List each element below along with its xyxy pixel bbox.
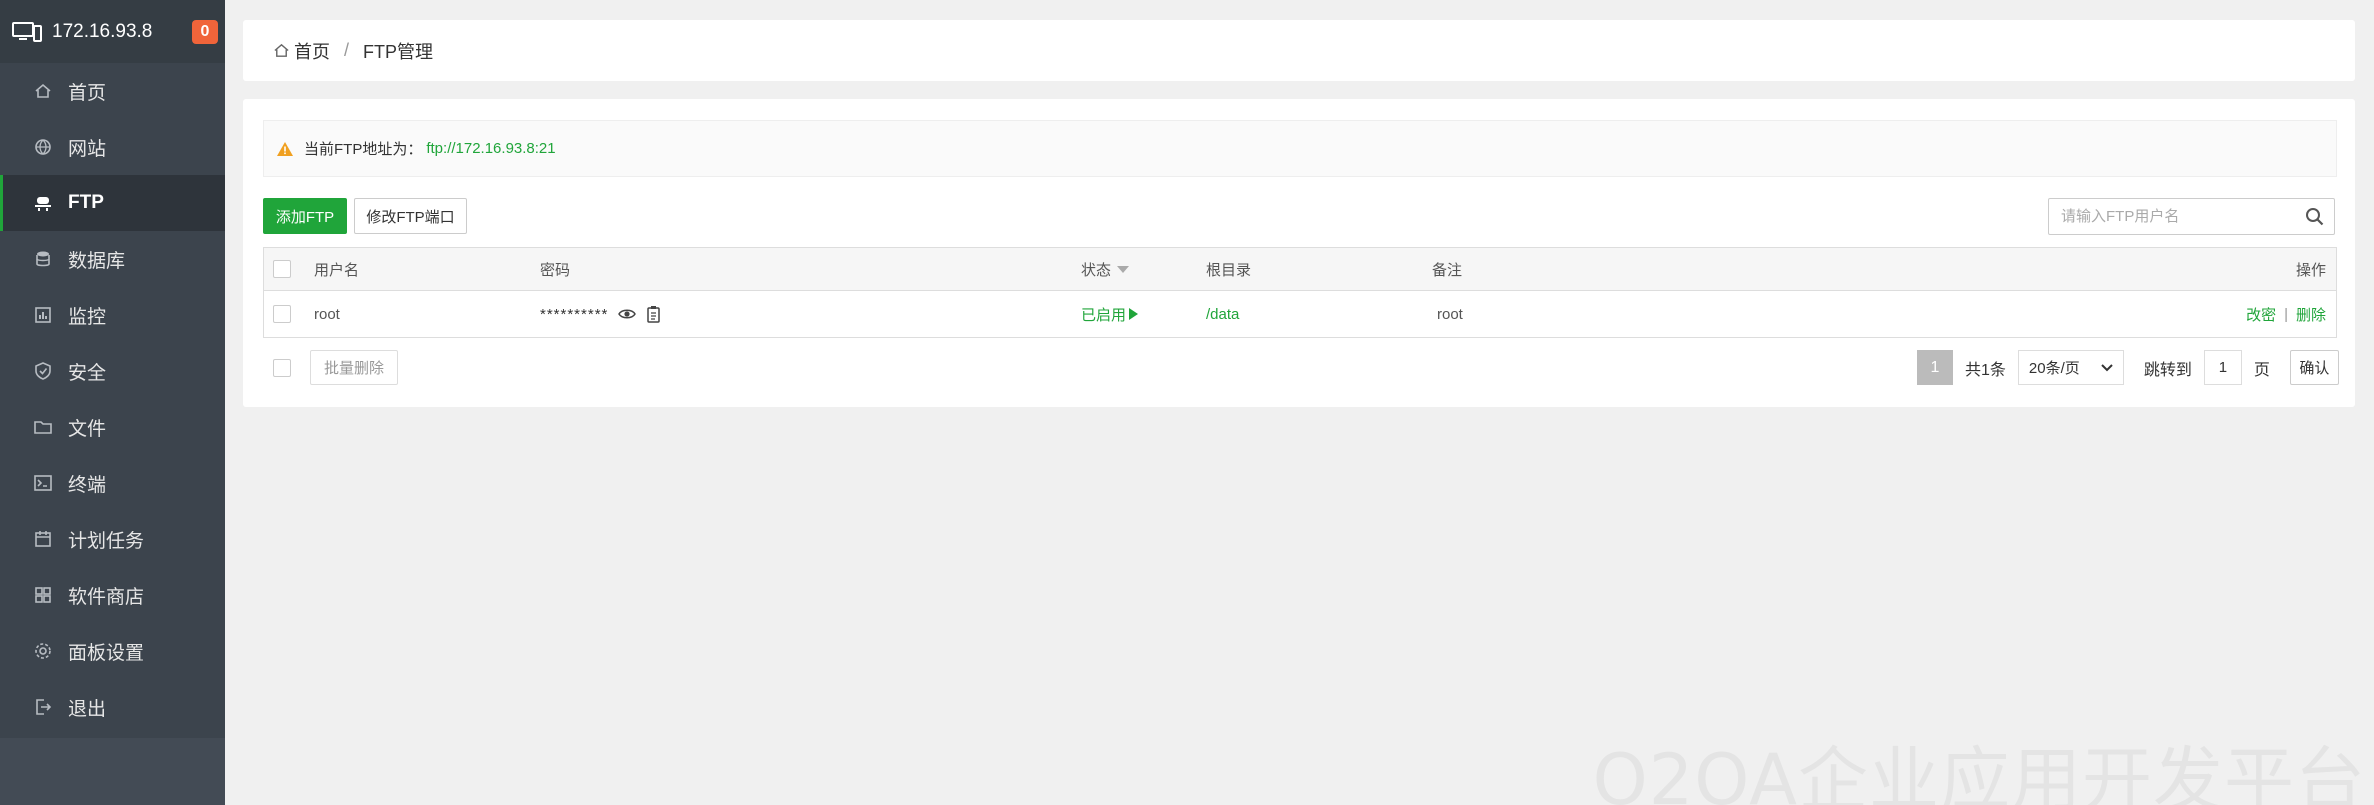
- sidebar-item-label: 终端: [68, 474, 107, 496]
- ftp-address-notice: 当前FTP地址为： ftp://172.16.93.8:21: [263, 120, 2337, 177]
- ftp-panel: 当前FTP地址为： ftp://172.16.93.8:21 添加FTP 修改F…: [243, 99, 2355, 407]
- sidebar-item-label: 计划任务: [68, 530, 145, 552]
- sidebar-item-website[interactable]: 网站: [0, 119, 225, 175]
- password-mask: **********: [540, 305, 609, 323]
- sidebar-item-label: FTP: [68, 192, 104, 213]
- delete-link[interactable]: 删除: [2296, 304, 2326, 325]
- action-separator: |: [2284, 305, 2288, 323]
- copy-icon[interactable]: [644, 305, 662, 323]
- header-username: 用户名: [314, 261, 360, 279]
- sidebar-item-monitor[interactable]: 监控: [0, 287, 225, 343]
- search-box: [2048, 198, 2335, 235]
- terminal-icon: [34, 475, 52, 491]
- sidebar-item-files[interactable]: 文件: [0, 399, 225, 455]
- bulk-delete-button[interactable]: 批量删除: [310, 350, 398, 385]
- cell-password: **********: [540, 291, 662, 337]
- logout-icon: [36, 699, 52, 715]
- globe-icon: [35, 139, 51, 155]
- sidebar-item-label: 文件: [68, 418, 107, 440]
- notification-badge[interactable]: 0: [192, 20, 218, 44]
- sidebar-item-label: 数据库: [68, 250, 126, 272]
- sidebar-item-security[interactable]: 安全: [0, 343, 225, 399]
- sidebar-menu: 首页 网站 FTP 数据库 监控 安全 文件 终端 计划任务 软件商店 面板设置…: [0, 63, 225, 735]
- modify-ftp-port-button[interactable]: 修改FTP端口: [354, 198, 467, 234]
- warning-icon: [277, 141, 293, 156]
- header-actions: 操作: [2295, 261, 2326, 279]
- table-header: 用户名 密码 状态 根目录 备注 操作: [264, 248, 2336, 291]
- breadcrumb-current: FTP管理: [363, 41, 434, 62]
- ftp-table: 用户名 密码 状态 根目录 备注 操作 root ********** 已启用 …: [263, 247, 2337, 338]
- host-address: 172.16.93.8: [52, 20, 153, 42]
- select-all-checkbox[interactable]: [273, 260, 291, 278]
- add-ftp-button[interactable]: 添加FTP: [263, 198, 347, 234]
- sidebar-item-label: 监控: [68, 306, 107, 328]
- home-icon: [35, 83, 51, 98]
- header-status[interactable]: 状态: [1081, 248, 1130, 290]
- play-icon: [1129, 308, 1139, 320]
- sidebar-item-cron[interactable]: 计划任务: [0, 511, 225, 567]
- database-icon: [36, 251, 50, 267]
- sidebar-item-ftp[interactable]: FTP: [0, 175, 225, 231]
- header-status-label: 状态: [1081, 261, 1112, 279]
- sidebar-footer: [0, 738, 225, 805]
- search-input[interactable]: [2049, 199, 2289, 234]
- sidebar-item-label: 面板设置: [68, 642, 145, 664]
- sidebar-item-settings[interactable]: 面板设置: [0, 623, 225, 679]
- page-unit: 页: [2253, 361, 2270, 379]
- jump-page-input[interactable]: 1: [2203, 350, 2242, 385]
- notice-label: 当前FTP地址为：: [304, 141, 423, 158]
- sidebar-item-store[interactable]: 软件商店: [0, 567, 225, 623]
- status-text: 已启用: [1081, 306, 1127, 324]
- sidebar-item-database[interactable]: 数据库: [0, 231, 225, 287]
- sidebar-header: 172.16.93.8 0: [0, 0, 225, 63]
- sidebar-item-label: 退出: [68, 698, 107, 720]
- sidebar-item-label: 首页: [68, 82, 107, 104]
- sidebar: 172.16.93.8 0 首页 网站 FTP 数据库 监控 安全 文件 终端 …: [0, 0, 225, 805]
- server-icon: [12, 21, 42, 42]
- per-page-select[interactable]: 20条/页: [2017, 350, 2124, 385]
- breadcrumb: 首页 / FTP管理: [243, 20, 2355, 81]
- sidebar-item-label: 网站: [68, 138, 107, 160]
- sidebar-item-home[interactable]: 首页: [0, 63, 225, 119]
- ftp-address: ftp://172.16.93.8:21: [426, 140, 556, 157]
- folder-icon: [34, 421, 52, 434]
- page-number-current[interactable]: 1: [1917, 350, 1953, 385]
- shield-icon: [35, 362, 51, 380]
- cell-remark[interactable]: root: [1437, 291, 1463, 337]
- cell-actions: 改密 | 删除: [2246, 291, 2326, 337]
- sidebar-item-logout[interactable]: 退出: [0, 679, 225, 735]
- monitor-icon: [35, 307, 51, 323]
- header-password: 密码: [540, 261, 571, 279]
- watermark: O2OA企业应用开发平台: [1592, 739, 2366, 805]
- sidebar-item-terminal[interactable]: 终端: [0, 455, 225, 511]
- jump-label: 跳转到: [2143, 361, 2192, 379]
- bulk-select-checkbox[interactable]: [273, 359, 291, 377]
- cell-username: root: [314, 305, 340, 323]
- cell-status[interactable]: 已启用: [1081, 291, 1139, 337]
- pagination: 1 共1条 20条/页 跳转到 1 页 确认: [1917, 350, 2339, 385]
- chevron-down-icon: [2101, 363, 2113, 371]
- sidebar-item-label: 安全: [68, 362, 107, 384]
- confirm-jump-button[interactable]: 确认: [2289, 350, 2339, 385]
- eye-icon[interactable]: [618, 305, 637, 323]
- table-row: root ********** 已启用 /data root 改密 | 删除: [264, 291, 2336, 337]
- header-root: 根目录: [1206, 261, 1252, 279]
- home-icon: [274, 43, 289, 57]
- sidebar-item-label: 软件商店: [68, 586, 145, 608]
- gear-icon: [35, 643, 51, 659]
- breadcrumb-separator: /: [344, 40, 350, 60]
- sort-down-icon: [1117, 265, 1130, 273]
- calendar-icon: [35, 531, 51, 547]
- header-remark: 备注: [1432, 261, 1463, 279]
- apps-icon: [35, 587, 51, 603]
- ftp-icon: [35, 197, 51, 211]
- per-page-value: 20条/页: [2028, 360, 2080, 377]
- search-icon[interactable]: [2305, 207, 2324, 226]
- breadcrumb-home[interactable]: 首页: [294, 38, 330, 64]
- change-password-link[interactable]: 改密: [2246, 304, 2276, 325]
- row-checkbox[interactable]: [273, 305, 291, 323]
- cell-root-dir[interactable]: /data: [1206, 291, 1239, 337]
- total-count: 共1条: [1965, 361, 2006, 379]
